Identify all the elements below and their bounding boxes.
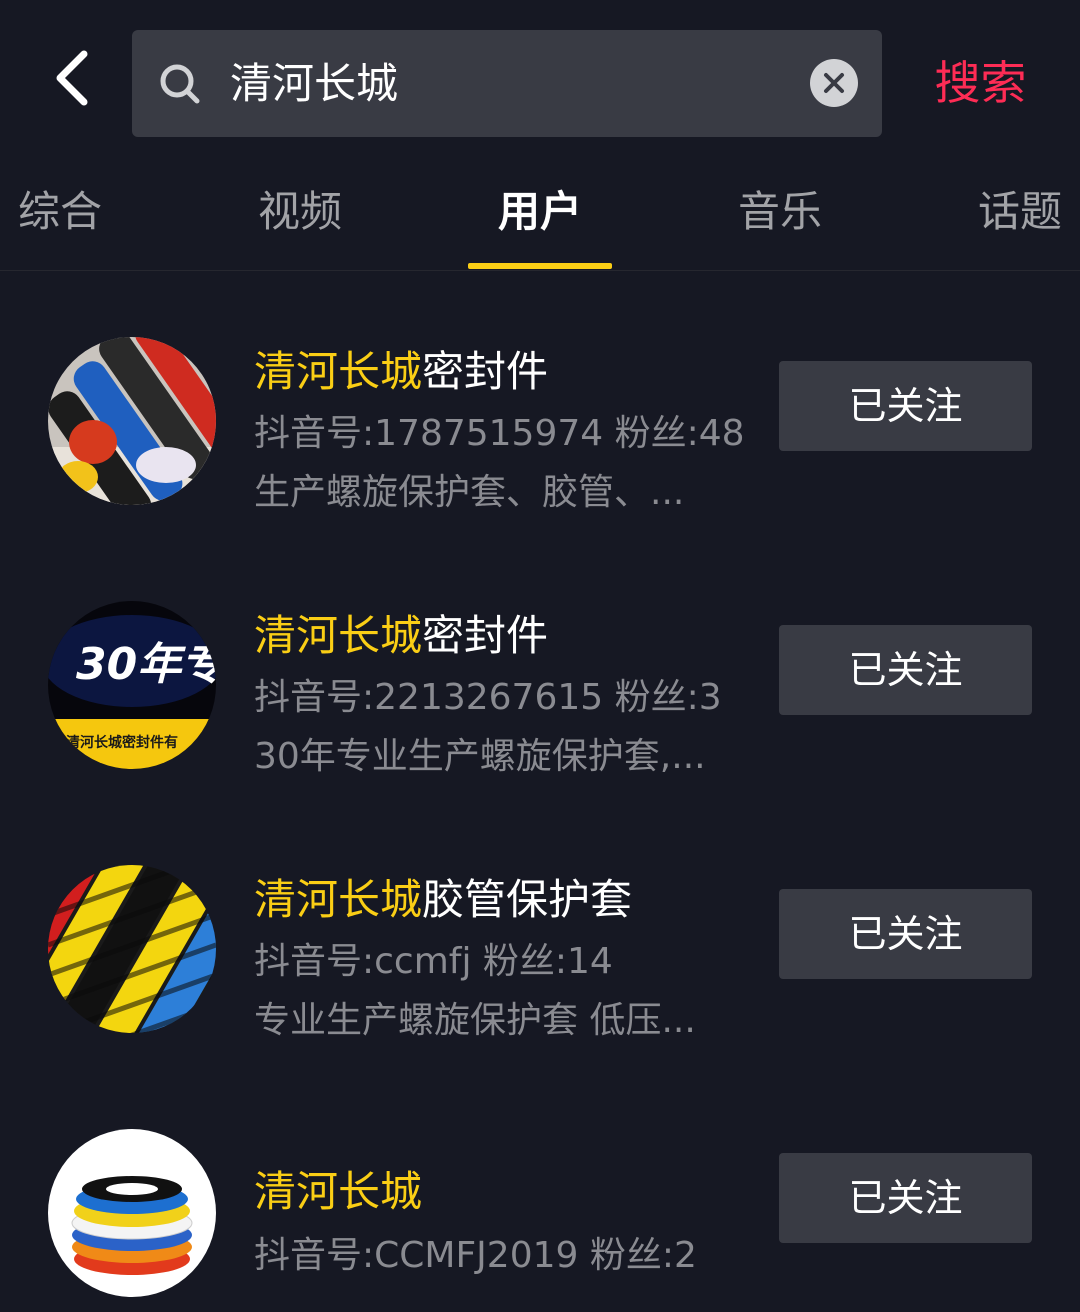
search-button[interactable]: 搜索 [908,30,1053,137]
user-name-rest: 密封件 [422,347,549,396]
user-meta: 抖音号:ccmfj 粉丝:14 [254,941,613,982]
search-icon [160,64,200,104]
close-icon [824,73,844,93]
tab-comprehensive[interactable]: 综合 [0,160,140,268]
user-meta: 抖音号:1787515974 粉丝:48 [254,413,745,454]
chevron-left-icon [56,50,88,106]
avatar[interactable] [48,1129,216,1297]
followed-button[interactable]: 已关注 [779,1153,1032,1243]
user-name-highlight: 清河长城 [254,1167,423,1216]
user-list-item[interactable]: 清河长城胶管保护套 抖音号:ccmfj 粉丝:14 专业生产螺旋保护套 低压..… [0,828,1080,1078]
user-name[interactable]: 清河长城密封件 [254,602,548,663]
active-tab-indicator [468,263,612,269]
clear-search-button[interactable] [810,59,858,107]
user-name-rest: 密封件 [422,611,549,660]
followed-button[interactable]: 已关注 [779,625,1032,715]
search-input[interactable] [230,30,790,137]
result-tabs: 综合 视频 用户 音乐 话题 [0,160,1080,271]
avatar[interactable]: 30年专 清河长城密封件有 [48,601,216,769]
user-name[interactable]: 清河长城密封件 [254,338,548,399]
user-name-highlight: 清河长城 [254,611,423,660]
user-meta: 抖音号:2213267615 粉丝:3 [254,677,722,718]
tab-videos[interactable]: 视频 [220,160,380,268]
user-meta: 抖音号:CCMFJ2019 粉丝:2 [254,1235,697,1276]
avatar[interactable] [48,865,216,1033]
user-list-item[interactable]: 清河长城密封件 抖音号:1787515974 粉丝:48 生产螺旋保护套、胶管、… [0,300,1080,550]
back-button[interactable] [40,38,104,118]
tab-users[interactable]: 用户 [460,160,620,268]
avatar[interactable] [48,337,216,505]
user-list-item[interactable]: 30年专 清河长城密封件有 清河长城密封件 抖音号:2213267615 粉丝:… [0,564,1080,814]
tab-music[interactable]: 音乐 [700,160,860,268]
user-description: 生产螺旋保护套、胶管、... [254,472,685,513]
user-name[interactable]: 清河长城 [254,1158,422,1219]
user-name-highlight: 清河长城 [254,347,423,396]
search-box[interactable] [132,30,882,137]
tab-topics[interactable]: 话题 [940,160,1080,268]
user-name-highlight: 清河长城 [254,875,423,924]
followed-button[interactable]: 已关注 [779,361,1032,451]
user-list-item[interactable]: 清河长城 抖音号:CCMFJ2019 粉丝:2 已关注 [0,1092,1080,1312]
avatar-logo-text: 30年专 [76,639,216,690]
user-name[interactable]: 清河长城胶管保护套 [254,866,632,927]
user-name-rest: 胶管保护套 [422,875,633,924]
user-description: 专业生产螺旋保护套 低压... [254,1000,696,1041]
user-description: 30年专业生产螺旋保护套,... [254,736,706,777]
followed-button[interactable]: 已关注 [779,889,1032,979]
search-results-page: 搜索 综合 视频 用户 音乐 话题 清河长城密封件 [0,0,1080,1312]
avatar-banner-text: 清河长城密封件有 [66,734,178,751]
